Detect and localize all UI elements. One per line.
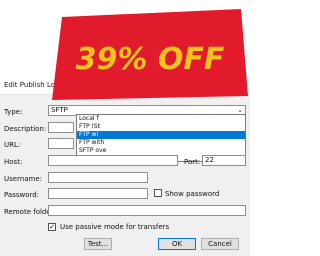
description-input[interactable] — [48, 122, 74, 133]
discount-banner: 39% OFF — [52, 9, 248, 100]
type-option-local[interactable]: Local f — [77, 115, 245, 123]
passive-mode-label: Use passive mode for transfers — [60, 223, 170, 231]
password-label: Password: — [4, 191, 40, 199]
type-option-sftp-over[interactable]: SFTP ove — [77, 147, 245, 155]
description-label: Description: — [4, 125, 47, 133]
host-label: Host: — [4, 158, 23, 166]
host-input[interactable] — [48, 155, 178, 166]
test-button[interactable]: Test... — [84, 238, 112, 250]
port-value: 22 — [205, 156, 214, 164]
cancel-button[interactable]: Cancel — [201, 238, 239, 250]
url-label: URL: — [4, 141, 21, 149]
type-select-value: SFTP — [51, 106, 68, 114]
show-password-checkbox[interactable] — [154, 189, 162, 197]
username-label: Username: — [4, 175, 43, 183]
show-password-label: Show password — [165, 190, 220, 198]
type-option-ftp-standard[interactable]: FTP (St — [77, 123, 245, 131]
ok-button[interactable]: OK — [158, 238, 196, 250]
url-input[interactable] — [48, 138, 74, 149]
port-label: Port: — [184, 158, 201, 166]
passive-mode-checkbox[interactable]: ✓ — [48, 223, 56, 231]
discount-headline: 39% OFF — [76, 42, 225, 77]
type-label: Type: — [4, 108, 23, 116]
port-input[interactable]: 22 — [202, 155, 246, 166]
type-option-ftp-ssl[interactable]: FTP wi — [77, 131, 245, 139]
password-input[interactable] — [48, 188, 148, 199]
remote-folder-input[interactable] — [48, 205, 246, 216]
type-option-ftp-with[interactable]: FTP with — [77, 139, 245, 147]
username-input[interactable] — [48, 172, 148, 183]
